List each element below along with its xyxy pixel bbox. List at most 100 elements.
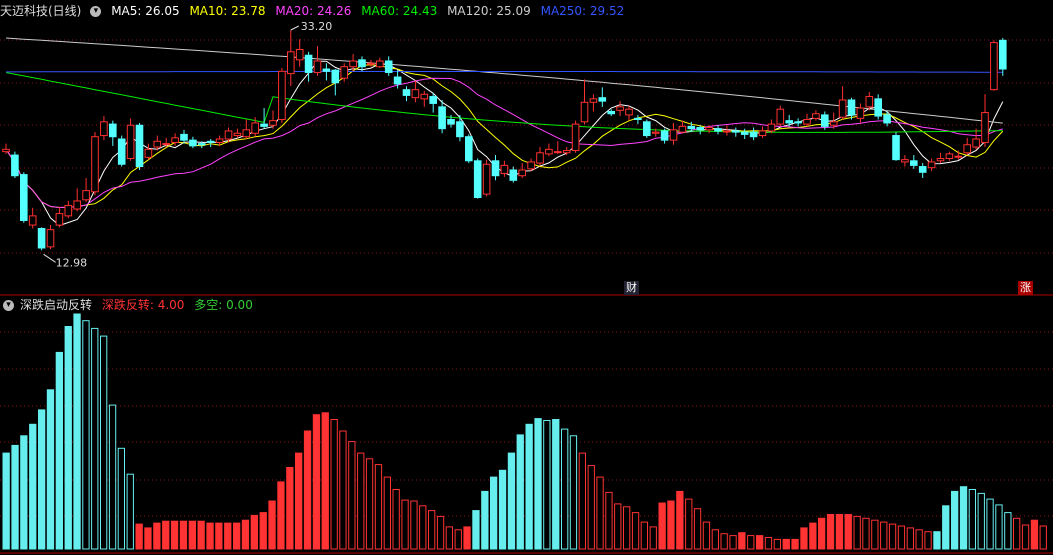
indicator-bar [587, 465, 595, 550]
indicator-bar [481, 490, 489, 550]
indicator-bar [543, 420, 551, 550]
indicator-bar [1021, 524, 1030, 550]
candle-body [625, 108, 633, 116]
candle-body [874, 98, 883, 117]
indicator-bar [773, 538, 782, 550]
indicator-bar [1013, 517, 1021, 550]
indicator-bar [516, 434, 524, 550]
candle-body [990, 42, 998, 91]
indicator-bar [906, 527, 915, 550]
candle-body [295, 49, 304, 61]
indicator-bar [295, 452, 303, 550]
indicator-bar [578, 452, 587, 550]
indicator-bar [995, 504, 1003, 550]
indicator-bar [525, 423, 533, 550]
high-pointer [290, 25, 300, 31]
candle-body [11, 154, 19, 177]
ma10-line [5, 64, 1004, 209]
low-pointer [43, 253, 56, 263]
candlesticks [2, 30, 1007, 251]
candle-body [954, 155, 963, 158]
candle-body [945, 153, 954, 160]
candle-body [749, 131, 758, 138]
indicator-bar [64, 326, 72, 550]
candle-body [402, 89, 411, 96]
indicator-bar [507, 452, 516, 550]
indicator-bar [108, 404, 117, 550]
indicator-bar [321, 412, 329, 550]
candle-body [634, 117, 642, 120]
candle-body [215, 138, 224, 143]
candle-body [304, 54, 313, 73]
indicator-bar [915, 529, 923, 550]
candle-body [269, 120, 277, 126]
indicator-bar [197, 520, 205, 550]
indicator-bar [631, 512, 640, 550]
candle-body [384, 60, 393, 73]
indicator-bar [383, 476, 392, 550]
candle-body [233, 132, 242, 137]
candle-body [198, 143, 206, 146]
candle-body [829, 121, 838, 126]
indicator-bar [897, 525, 906, 550]
candle-body [972, 138, 980, 148]
indicator-bar [392, 489, 400, 550]
indicator-bar [605, 491, 613, 550]
candle-body [367, 62, 375, 65]
indicator-bar [100, 335, 108, 550]
indicator-bar [357, 452, 365, 550]
indicator-bar [818, 517, 826, 550]
candle-body [803, 118, 811, 125]
candle-body [144, 148, 153, 158]
indicator-bar [623, 506, 631, 550]
indicator-bar [924, 531, 932, 550]
candle-body [206, 140, 215, 143]
indicator-bar [809, 522, 817, 550]
candle-body [100, 121, 108, 137]
indicator-bar [303, 430, 312, 550]
candle-body [812, 113, 820, 119]
candle-body [918, 166, 927, 173]
indicator-bar [720, 533, 728, 550]
indicator-bar [534, 418, 542, 550]
indicator-bar [951, 490, 959, 550]
candle-body [732, 130, 740, 133]
candle-body [723, 130, 731, 133]
candle-body [20, 174, 28, 221]
indicator-bar [144, 527, 152, 550]
candle-body [999, 39, 1007, 70]
event-tag-finance[interactable]: 财 [624, 281, 639, 295]
indicator-bar [348, 441, 356, 550]
indicator-bar [649, 526, 657, 550]
indicator-bar [55, 351, 64, 550]
indicator-bar [330, 419, 338, 550]
indicator-bar [463, 526, 471, 550]
candle-body [73, 200, 82, 210]
indicator-bar [835, 514, 844, 550]
indicator-bar [942, 505, 950, 550]
event-tag-limit-up[interactable]: 涨 [1018, 281, 1033, 295]
candle-body [714, 128, 722, 132]
indicator-bar [782, 538, 790, 550]
candle-body [527, 161, 535, 170]
candle-body [278, 70, 286, 120]
indicator-bar [800, 527, 808, 550]
indicator-bar [20, 435, 28, 550]
indicator-bar [756, 535, 764, 550]
indicator-bar [82, 320, 90, 550]
indicator-bar [410, 500, 418, 550]
candle-body [892, 135, 900, 161]
low-label: 12.98 [56, 256, 88, 269]
indicator-bar [126, 473, 134, 550]
indicator-bar [233, 522, 241, 550]
candle-body [571, 123, 580, 151]
indicator-bar [711, 529, 720, 550]
indicator-bar [640, 521, 649, 550]
indicator-bar [241, 519, 250, 550]
indicator-bars [2, 313, 1047, 550]
indicator-bar [561, 428, 569, 550]
candle-body [349, 60, 357, 68]
candle-body [705, 127, 713, 131]
indicator-bar [11, 444, 19, 550]
candle-body [456, 121, 464, 138]
